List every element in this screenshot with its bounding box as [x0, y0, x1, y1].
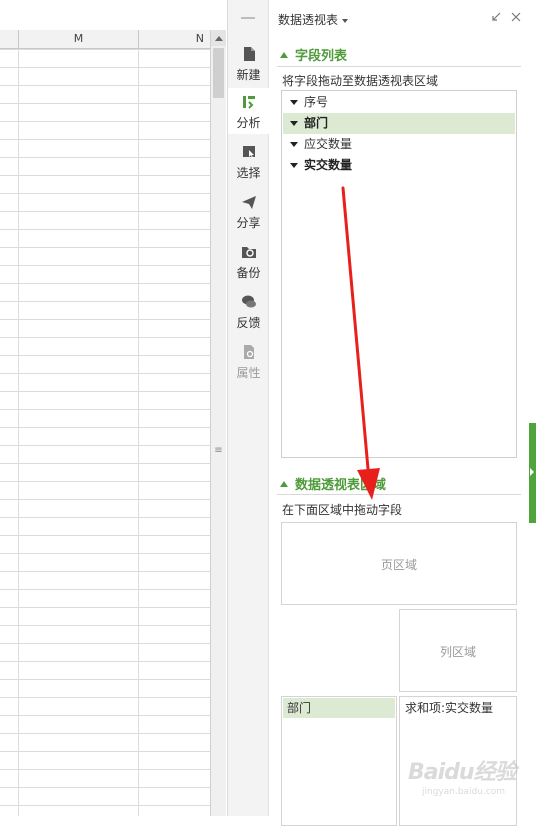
field-list-heading[interactable]: 字段列表: [280, 45, 347, 64]
field-item-due-quantity[interactable]: 应交数量: [283, 134, 515, 155]
tool-share-label: 分享: [236, 216, 261, 230]
divider: [277, 494, 521, 495]
column-header-row: M N: [0, 30, 210, 49]
vertical-scrollbar[interactable]: [210, 30, 226, 816]
tool-new-label: 新建: [236, 68, 261, 82]
column-header-n[interactable]: N: [139, 30, 210, 48]
close-icon[interactable]: [510, 11, 522, 23]
tool-backup[interactable]: 备份: [228, 238, 269, 284]
watermark-url: jingyan.baidu.com: [422, 787, 506, 797]
field-name: 实交数量: [304, 158, 353, 172]
tool-select-label: 选择: [236, 166, 261, 180]
collapse-triangle-icon: [280, 52, 288, 58]
field-name: 应交数量: [304, 137, 353, 151]
caret-down-icon: [290, 121, 298, 126]
column-area-dropzone[interactable]: 列区域: [399, 609, 517, 692]
panel-title: 数据透视表: [278, 13, 339, 27]
tool-properties[interactable]: 属性: [228, 338, 269, 384]
tool-share[interactable]: 分享: [228, 188, 269, 234]
pane-resize-grip-icon[interactable]: ≡: [214, 446, 223, 456]
pivot-table-panel: 数据透视表 字段列表 将字段拖动至数据透视表区域 序号 部门 应交数量 实交数量…: [269, 0, 536, 826]
properties-icon: [243, 345, 254, 359]
minimize-icon[interactable]: [490, 11, 502, 23]
field-list-heading-text: 字段列表: [295, 49, 348, 64]
panel-title-dropdown[interactable]: 数据透视表: [278, 11, 349, 28]
pivot-areas-heading-text: 数据透视表区域: [295, 478, 387, 493]
watermark-brand: Baidu经验: [408, 760, 517, 785]
scroll-up-button[interactable]: [211, 30, 226, 46]
page-area-label: 页区域: [380, 558, 417, 572]
field-item-serial[interactable]: 序号: [283, 92, 515, 113]
field-item-actual-quantity[interactable]: 实交数量: [283, 155, 515, 176]
tool-feedback-label: 反馈: [236, 316, 261, 330]
column-header-m[interactable]: M: [19, 30, 139, 48]
caret-down-icon: [290, 163, 298, 168]
caret-down-icon: [290, 100, 298, 105]
formula-bar-strip[interactable]: [0, 0, 210, 31]
feedback-icon: [241, 295, 256, 308]
panel-collapse-tab[interactable]: [529, 423, 536, 523]
divider: [277, 66, 521, 67]
chevron-down-icon: [342, 18, 349, 23]
tool-properties-label: 属性: [236, 366, 261, 380]
field-name: 序号: [304, 95, 329, 109]
strip-drag-handle[interactable]: [241, 17, 255, 19]
tool-backup-label: 备份: [236, 266, 261, 280]
column-header-partial[interactable]: [0, 30, 19, 48]
arrow-right-icon: [530, 468, 534, 476]
pivot-areas-hint: 在下面区域中拖动字段: [282, 503, 403, 517]
field-list-hint: 将字段拖动至数据透视表区域: [282, 74, 439, 88]
value-field-chip[interactable]: 求和项:实交数量: [401, 698, 515, 718]
share-icon: [241, 196, 256, 209]
field-item-department[interactable]: 部门: [283, 113, 515, 134]
caret-down-icon: [290, 142, 298, 147]
tool-new[interactable]: 新建: [228, 40, 269, 86]
row-field-chip[interactable]: 部门: [283, 698, 395, 718]
row-area-dropzone[interactable]: 部门: [281, 696, 397, 826]
pivot-areas-heading[interactable]: 数据透视表区域: [280, 474, 386, 493]
tool-analyze-label: 分析: [236, 116, 261, 130]
tool-feedback[interactable]: 反馈: [228, 288, 269, 334]
backup-icon: [241, 247, 256, 258]
pivot-tool-strip: 新建 分析 选择 分享 备份 反馈 属性: [227, 0, 269, 816]
tool-select[interactable]: 选择: [228, 138, 269, 184]
field-list-box[interactable]: 序号 部门 应交数量 实交数量: [281, 90, 517, 458]
field-name: 部门: [304, 116, 329, 130]
collapse-triangle-icon: [280, 481, 288, 487]
analyze-icon: [242, 96, 255, 109]
tool-analyze[interactable]: 分析: [228, 88, 269, 134]
baidu-jingyan-watermark: Baidu经验 jingyan.baidu.com: [408, 752, 528, 806]
column-area-label: 列区域: [439, 645, 476, 659]
spreadsheet-grid-area[interactable]: M N: [0, 0, 210, 816]
page-area-dropzone[interactable]: 页区域: [281, 522, 517, 605]
select-icon: [242, 146, 255, 158]
cell-grid[interactable]: [0, 49, 210, 816]
new-document-icon: [243, 47, 255, 61]
scroll-thumb[interactable]: [213, 48, 224, 98]
arrow-up-icon: [214, 35, 223, 41]
